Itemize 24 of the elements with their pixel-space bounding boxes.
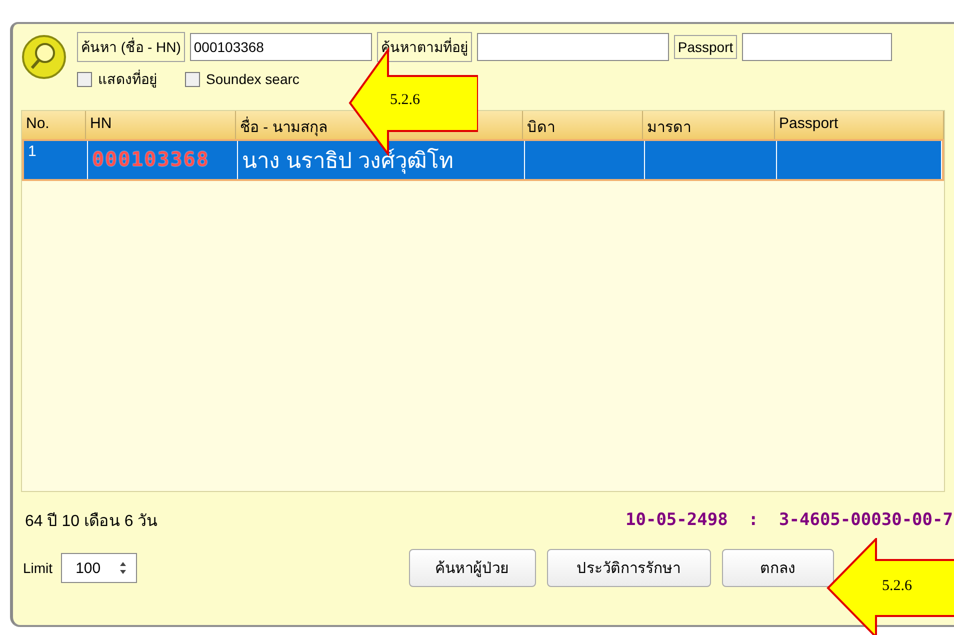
checkbox[interactable] — [185, 72, 200, 86]
table-cell: 000103368 — [88, 141, 238, 179]
table-cell: 1 — [24, 141, 88, 179]
dialog-button[interactable]: ประวัติการรักษา — [546, 549, 711, 587]
limit-spinner[interactable]: 100 — [60, 553, 137, 583]
passport-label: Passport — [674, 35, 738, 59]
search-field[interactable]: 000103368 — [190, 33, 372, 61]
birthdate-id-text: 10-05-2498 : 3-4605-00030-00-7 — [625, 510, 953, 530]
table-row[interactable]: 1 000103368 นาง นราธิป วงศ์วุฒิโท — [22, 139, 944, 181]
dialog-button[interactable]: ตกลง — [722, 549, 834, 587]
callout-text: 5.2.6 — [390, 92, 420, 109]
dialog-button[interactable]: ค้นหาผู้ป่วย — [408, 549, 536, 587]
search-icon — [21, 34, 67, 80]
limit-label: Limit — [22, 560, 53, 576]
address-field[interactable] — [476, 33, 669, 61]
passport-field[interactable] — [742, 33, 892, 61]
checkbox-label: แสดงที่อยู่ — [98, 68, 157, 90]
age-text: 64 ปี 10 เดือน 6 วัน — [24, 511, 158, 532]
callout-text: 5.2.6 — [882, 578, 912, 595]
search-label: ค้นหา (ชื่อ - HN) — [77, 32, 185, 62]
checkbox[interactable] — [77, 72, 92, 86]
spinner-arrows-icon[interactable] — [118, 560, 128, 576]
address-search-button[interactable]: ค้นหาตามที่อยู่ — [376, 32, 472, 62]
checkbox-label: Soundex searc — [206, 71, 300, 87]
